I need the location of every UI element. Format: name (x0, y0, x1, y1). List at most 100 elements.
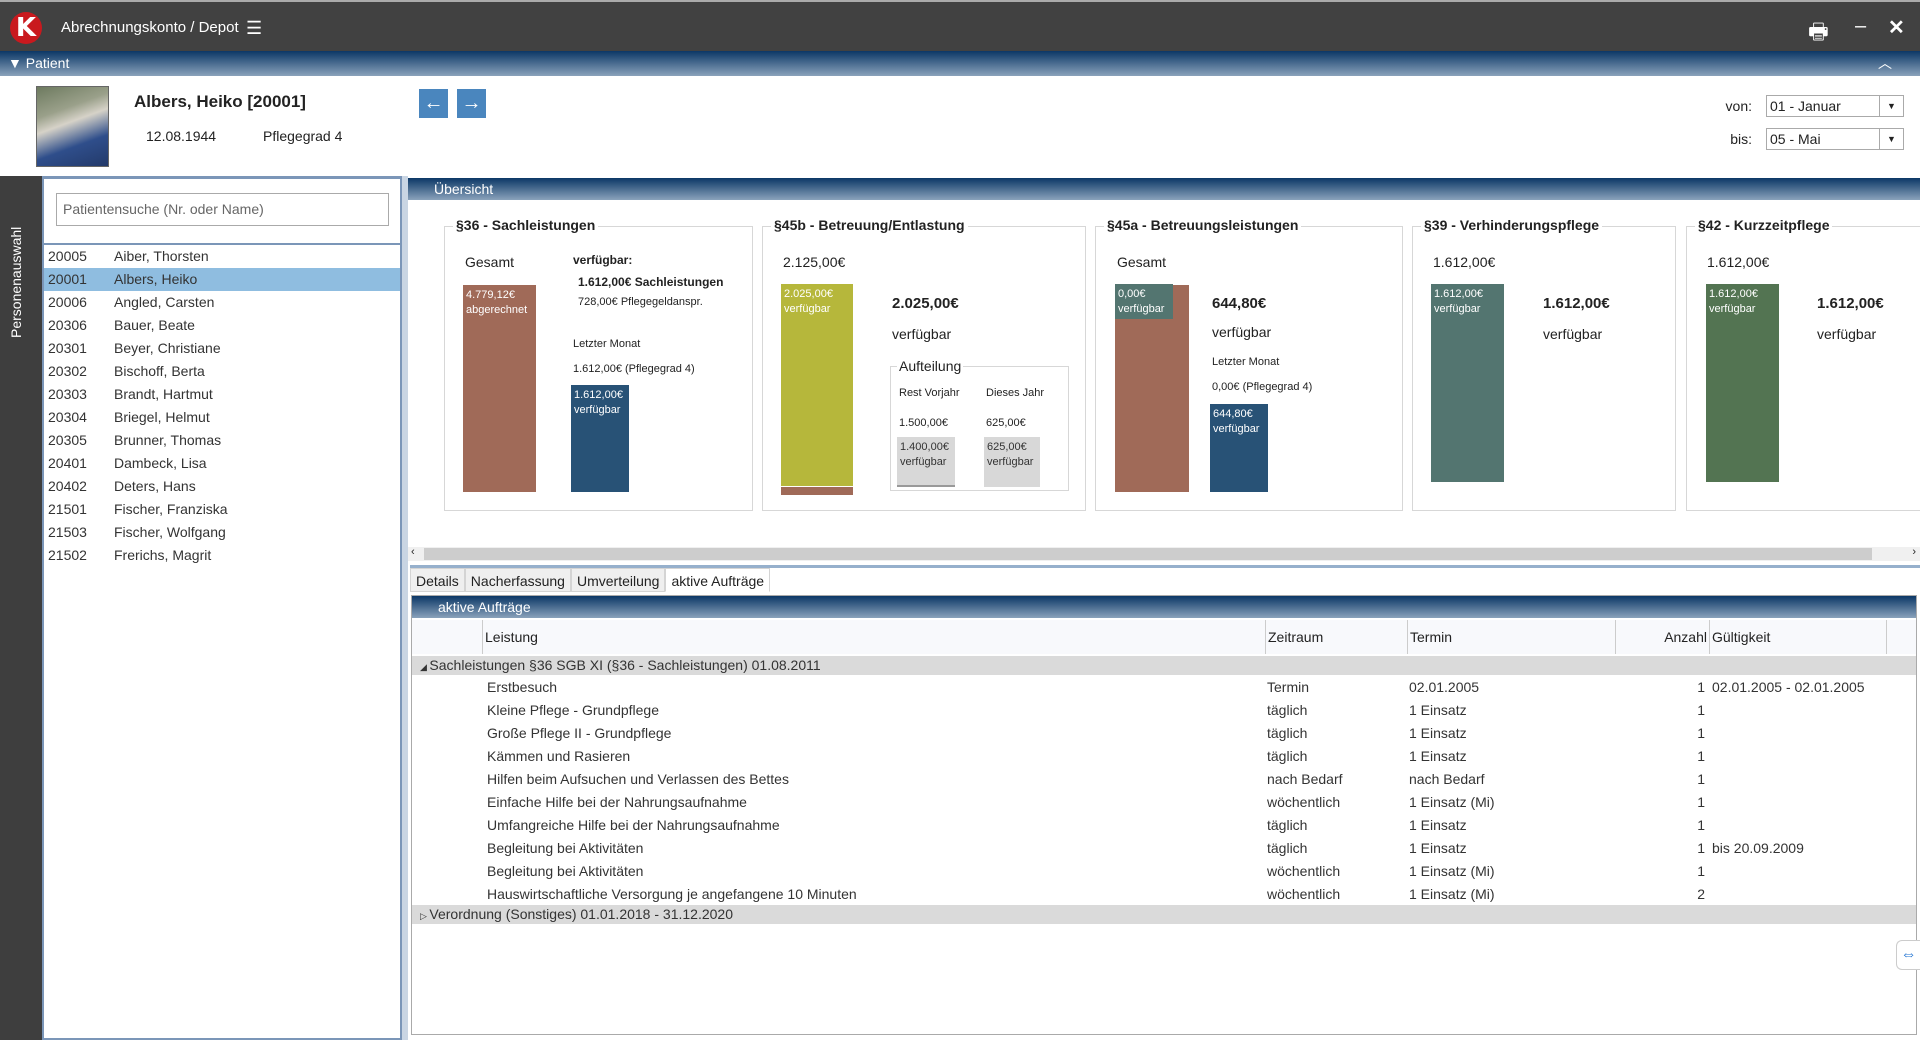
patient-nr: 21501 (48, 501, 87, 517)
pflegegeld-value: 728,00€ Pflegegeldanspr. (578, 296, 703, 308)
arrow-right-icon: → (461, 92, 482, 114)
card-title: §42 - Kurzzeitpflege (1695, 217, 1833, 233)
bar-label: verfügbar (900, 456, 947, 468)
col-gueltigkeit[interactable]: Gültigkeit (1709, 620, 1887, 654)
card-36-sachleistungen: §36 - Sachleistungen Gesamt 4.779,12€ abg… (444, 217, 753, 511)
bis-select[interactable]: 05 - Mai ▼ (1766, 128, 1904, 150)
patient-list-item[interactable]: 20305 Brunner, Thomas (44, 429, 400, 452)
close-button[interactable]: ✕ (1888, 15, 1905, 40)
cell-zeitraum: Termin (1267, 679, 1310, 695)
cell-zeitraum: täglich (1267, 817, 1308, 833)
collapse-triangle-icon: ▼ (8, 55, 26, 71)
remote-support-icon[interactable]: ⇔ (1896, 940, 1920, 970)
cell-anzahl: 1 (1697, 702, 1705, 718)
rest-vorjahr-value: 1.500,00€ (899, 417, 948, 429)
patient-list-item[interactable]: 20302 Bischoff, Berta (44, 360, 400, 383)
cell-gueltigkeit: bis 20.09.2009 (1712, 840, 1804, 856)
group-row-sachleistungen[interactable]: ◢ Sachleistungen §36 SGB XI (§36 - Sachl… (412, 656, 1916, 675)
col-leistung[interactable]: Leistung (482, 620, 1278, 654)
cell-leistung: Kleine Pflege - Grundpflege (487, 702, 659, 718)
table-row[interactable]: Umfangreiche Hilfe bei der Nahrungsaufna… (412, 814, 1916, 837)
big-label: verfügbar (892, 326, 952, 342)
tab-nacherfassung[interactable]: Nacherfassung (464, 568, 571, 592)
verfuegbar-bar: 2.025,00€ verfügbar (781, 284, 853, 486)
app-logo: K (10, 12, 42, 44)
table-row[interactable]: Kämmen und Rasieren täglich 1 Einsatz 1 (412, 745, 1916, 768)
table-row[interactable]: Große Pflege II - Grundpflege täglich 1 … (412, 722, 1916, 745)
horizontal-scrollbar[interactable]: ‹ › (408, 546, 1920, 561)
big-value: 1.612,00€ (1817, 295, 1884, 312)
col-anzahl[interactable]: Anzahl (1615, 620, 1709, 654)
table-row[interactable]: Erstbesuch Termin 02.01.2005 1 02.01.200… (412, 676, 1916, 699)
patient-list-item[interactable]: 20005 Aiber, Thorsten (44, 245, 400, 268)
verfuegbar-label: verfügbar: (573, 253, 633, 267)
chevron-up-icon[interactable]: ︿ (1878, 51, 1892, 76)
table-row[interactable]: Begleitung bei Aktivitäten wöchentlich 1… (412, 860, 1916, 883)
table-row[interactable]: Einfache Hilfe bei der Nahrungsaufnahme … (412, 791, 1916, 814)
patient-nr: 20402 (48, 478, 87, 494)
bar-value: 1.612,00€ (574, 389, 623, 401)
dropdown-arrow-icon: ▼ (1879, 129, 1903, 149)
patient-list-item[interactable]: 20401 Dambeck, Lisa (44, 452, 400, 475)
bar-label: abgerechnet (466, 304, 528, 316)
total-value: 1.612,00€ (1707, 254, 1770, 270)
minimize-button[interactable]: ‒ (1855, 15, 1866, 38)
table-row[interactable]: Hauswirtschaftliche Versorgung je angefa… (412, 883, 1916, 906)
scroll-right-icon[interactable]: › (1912, 546, 1916, 558)
panel-splitter[interactable] (402, 176, 408, 1040)
previous-patient-button[interactable]: ← (419, 89, 448, 118)
cell-leistung: Begleitung bei Aktivitäten (487, 863, 644, 879)
cell-anzahl: 1 (1697, 771, 1705, 787)
expanded-triangle-icon: ◢ (420, 662, 430, 672)
patient-list-item[interactable]: 21503 Fischer, Wolfgang (44, 521, 400, 544)
table-row[interactable]: Begleitung bei Aktivitäten täglich 1 Ein… (412, 837, 1916, 860)
patient-list-item[interactable]: 21502 Frerichs, Magrit (44, 544, 400, 567)
col-termin[interactable]: Termin (1407, 620, 1615, 654)
big-label: verfügbar (1543, 326, 1603, 342)
patient-list-item[interactable]: 20402 Deters, Hans (44, 475, 400, 498)
cell-zeitraum: täglich (1267, 725, 1308, 741)
bar-label: verfügbar (1709, 303, 1756, 315)
printer-icon[interactable]: 🖶 (1808, 15, 1829, 53)
cell-termin: 1 Einsatz (Mi) (1409, 863, 1495, 879)
patient-nr: 21502 (48, 547, 87, 563)
gesamt-label: Gesamt (465, 254, 515, 270)
table-row[interactable]: Hilfen beim Aufsuchen und Verlassen des … (412, 768, 1916, 791)
patient-search-input[interactable]: Patientensuche (Nr. oder Name) (56, 193, 389, 226)
scroll-left-icon[interactable]: ‹ (411, 546, 415, 558)
patient-name: Aiber, Thorsten (114, 248, 209, 264)
big-value: 1.612,00€ (1543, 295, 1610, 312)
patient-name: Fischer, Wolfgang (114, 524, 226, 540)
scrollbar-thumb[interactable] (424, 548, 1872, 560)
patient-list-item[interactable]: 20001 Albers, Heiko (44, 268, 400, 291)
cell-anzahl: 1 (1697, 863, 1705, 879)
patient-list-item[interactable]: 20301 Beyer, Christiane (44, 337, 400, 360)
table-row[interactable]: Kleine Pflege - Grundpflege täglich 1 Ei… (412, 699, 1916, 722)
tab-aktive-auftr-ge[interactable]: aktive Aufträge (665, 568, 771, 592)
von-select[interactable]: 01 - Januar ▼ (1766, 95, 1904, 117)
next-patient-button[interactable]: → (457, 89, 486, 118)
group-label: Sachleistungen §36 SGB XI (§36 - Sachlei… (429, 657, 821, 673)
tab-umverteilung[interactable]: Umverteilung (570, 568, 666, 592)
patient-list-item[interactable]: 20306 Bauer, Beate (44, 314, 400, 337)
patient-name: Frerichs, Magrit (114, 547, 212, 563)
col-zeitraum[interactable]: Zeitraum (1265, 620, 1407, 654)
bis-value: 05 - Mai (1770, 131, 1821, 147)
cell-leistung: Einfache Hilfe bei der Nahrungsaufnahme (487, 794, 747, 810)
hamburger-menu-icon[interactable]: ☰ (246, 18, 262, 39)
cell-leistung: Umfangreiche Hilfe bei der Nahrungsaufna… (487, 817, 780, 833)
patient-name: Angled, Carsten (114, 294, 215, 310)
card-45a-betreuungsleistungen: §45a - Betreuungsleistungen Gesamt 0,00€… (1095, 217, 1403, 511)
patient-list-item[interactable]: 20006 Angled, Carsten (44, 291, 400, 314)
tab-details[interactable]: Details (410, 568, 465, 592)
collapsed-triangle-icon: ▷ (420, 911, 430, 921)
group-row-verordnung[interactable]: ▷ Verordnung (Sonstiges) 01.01.2018 - 31… (412, 905, 1916, 924)
tab-bar: Details Nacherfassung Umverteilung aktive A… (410, 568, 771, 592)
patient-list-item[interactable]: 20304 Briegel, Helmut (44, 406, 400, 429)
verfuegbar-bar: 0,00€ verfügbar (1115, 284, 1173, 319)
rest-vorjahr-label: Rest Vorjahr (899, 387, 960, 399)
cell-anzahl: 2 (1697, 886, 1705, 902)
patient-list-item[interactable]: 20303 Brandt, Hartmut (44, 383, 400, 406)
patient-section-header[interactable]: ▼ Patient ︿ (0, 51, 1920, 76)
patient-list-item[interactable]: 21501 Fischer, Franziska (44, 498, 400, 521)
